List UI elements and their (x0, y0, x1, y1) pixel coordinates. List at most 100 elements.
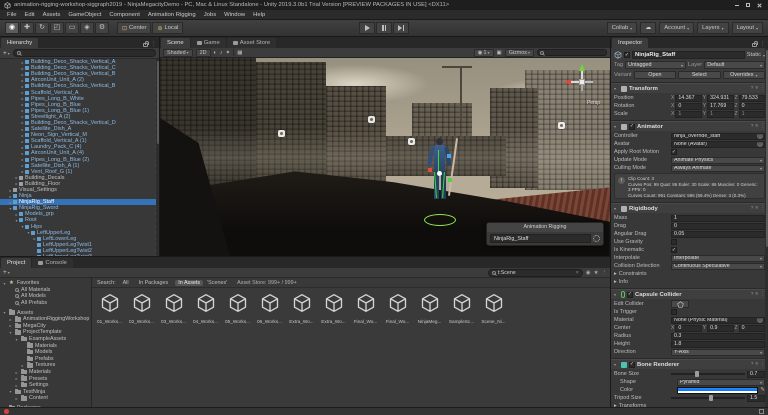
gear-icon[interactable] (593, 235, 600, 242)
folder-item-prefabs[interactable]: Prefabs (0, 356, 91, 363)
folder-item-materials[interactable]: ▸Materials (0, 369, 91, 376)
foldout-icon[interactable]: ▾ (614, 86, 619, 91)
tag-dropdown[interactable]: Untagged▾ (625, 61, 686, 69)
object-picker-icon[interactable]: ⊙ (757, 317, 763, 323)
presets-icon[interactable]: ≡ (755, 86, 758, 91)
perspective-label[interactable]: Persp (587, 100, 600, 106)
ninja-character[interactable] (422, 138, 460, 232)
rig-effector-green[interactable] (448, 178, 452, 182)
scope-all[interactable]: All (120, 280, 132, 286)
expand-arrow-icon[interactable]: ▸ (8, 317, 13, 322)
menu-item-edit[interactable]: Edit (21, 12, 39, 18)
play-button[interactable] (359, 22, 375, 34)
foldout-icon[interactable]: ▾ (614, 206, 619, 211)
foldout-icon[interactable]: ▾ (614, 362, 619, 367)
y-field[interactable]: 0.9 (707, 325, 733, 332)
z-field[interactable]: 0 (739, 103, 765, 110)
menu-item-component[interactable]: Component (105, 12, 143, 18)
object-picker-icon[interactable]: ⊙ (757, 141, 763, 147)
2d-toggle[interactable]: 2D (196, 49, 211, 57)
menu-item-gameobject[interactable]: GameObject (64, 12, 105, 18)
component-header-transform[interactable]: ▾Transform?≡⋮ (611, 83, 768, 93)
gameobject-name-field[interactable]: NinjaRig_Staff (632, 51, 745, 59)
component-header-rigidbody[interactable]: ▾Rigidbody?≡⋮ (611, 203, 768, 213)
slider-bone-size[interactable]: 0.7 (671, 371, 765, 378)
checkbox-is-kinematic[interactable]: ✓ (671, 247, 677, 253)
value-field[interactable]: 0 (671, 223, 765, 230)
dropdown-shape[interactable]: Pyramid▾ (677, 379, 765, 386)
rig-effector-red[interactable] (428, 168, 432, 172)
slider-tripod-size[interactable]: 1.5 (671, 395, 765, 402)
scene-viewport[interactable]: Persp Animation Rigging NinjaRig_Staff (160, 58, 610, 256)
object-field-controller[interactable]: ninja_override_staff⊙ (671, 133, 765, 140)
help-icon[interactable]: ? (751, 86, 754, 91)
prefab-open-button[interactable]: Open (634, 71, 676, 79)
menu-item-help[interactable]: Help (249, 12, 269, 18)
rig-effector-blue[interactable] (447, 154, 451, 158)
activity-indicator-icon[interactable] (759, 409, 764, 414)
folder-item-favorites[interactable]: ▾★Favorites (0, 280, 91, 287)
help-icon[interactable]: ? (751, 124, 754, 129)
rig-effector-root[interactable] (437, 171, 442, 176)
z-field[interactable]: 79.533 (739, 95, 765, 102)
z-field[interactable]: 0 (739, 325, 765, 332)
folder-item-all-models[interactable]: All Models (0, 293, 91, 300)
move-tool-button[interactable]: ✚ (20, 22, 34, 34)
menu-item-jobs[interactable]: Jobs (200, 12, 220, 18)
x-field[interactable]: 0 (675, 103, 701, 110)
foldout-constraints[interactable]: ▸Constraints (614, 270, 765, 278)
scene-audio-icon[interactable]: ♪ (220, 50, 223, 56)
save-search-icon[interactable]: ★ (594, 270, 599, 276)
menu-item-assets[interactable]: Assets (39, 12, 65, 18)
gizmo-sprite-icon[interactable] (408, 138, 415, 145)
scope-in-packages[interactable]: In Packages (136, 280, 172, 286)
presets-icon[interactable]: ≡ (755, 292, 758, 297)
prefab-overrides-dropdown[interactable]: Overrides▾ (723, 71, 765, 79)
tab-game[interactable]: Game (191, 38, 226, 48)
menu-item-animation-rigging[interactable]: Animation Rigging (144, 12, 200, 18)
tab-asset-store[interactable]: Asset Store (227, 38, 276, 48)
lock-icon[interactable] (752, 43, 757, 47)
panel-menu-icon[interactable]: ⋮ (151, 41, 156, 47)
asset-item-04-works[interactable]: 04_Works... (191, 293, 220, 324)
expand-arrow-icon[interactable]: ▸ (14, 376, 19, 381)
slider-value-field[interactable]: 1.5 (747, 395, 765, 402)
slider-thumb[interactable] (695, 371, 699, 377)
scene-search-input[interactable] (537, 49, 607, 56)
console-error-icon[interactable] (4, 409, 9, 414)
checkbox-apply-root-motion[interactable]: ✓ (671, 149, 677, 155)
close-icon[interactable] (757, 3, 762, 8)
y-axis-icon[interactable] (579, 64, 585, 71)
expand-arrow-icon[interactable]: ▾ (2, 281, 7, 286)
value-field[interactable]: 0.05 (671, 231, 765, 238)
custom-tool-button[interactable]: ⚙ (95, 22, 109, 34)
y-field[interactable]: 324.931 (707, 95, 733, 102)
component-header-bone-renderer[interactable]: ▾✓Bone Renderer?≡⋮ (611, 359, 768, 369)
minimize-icon[interactable] (735, 5, 739, 6)
value-field[interactable]: 0.3 (671, 333, 765, 340)
object-field-avatar[interactable]: None (Avatar)⊙ (671, 141, 765, 148)
checkbox-use-gravity[interactable] (671, 239, 677, 245)
slider-value-field[interactable]: 0.7 (747, 371, 765, 378)
foldout-transforms[interactable]: ▸Transforms (614, 402, 765, 407)
value-field[interactable]: 1.8 (671, 341, 765, 348)
x-field[interactable]: 1 (675, 111, 701, 118)
hierarchy-search-input[interactable] (13, 49, 156, 57)
asset-item-03-works[interactable]: 03_Works... (159, 293, 188, 324)
cloud-services-button[interactable]: ☁ (640, 22, 656, 34)
scale-tool-button[interactable]: ◰ (50, 22, 64, 34)
expand-arrow-icon[interactable]: ▸ (20, 363, 25, 368)
expand-arrow-icon[interactable]: ▸ (8, 323, 13, 328)
y-field[interactable]: 17.769 (707, 103, 733, 110)
folder-item-all-materials[interactable]: All Materials (0, 287, 91, 294)
visibility-button[interactable]: ◉1▾ (474, 49, 494, 57)
slider-thumb[interactable] (709, 395, 713, 401)
active-checkbox[interactable]: ✓ (624, 52, 630, 58)
asset-item-01-works[interactable]: 01_Works... (95, 293, 124, 324)
dropdown-interpolate[interactable]: Interpolate▾ (671, 255, 765, 262)
step-button[interactable] (393, 22, 409, 34)
hand-tool-button[interactable]: ◉ (5, 22, 19, 34)
camera-settings-icon[interactable]: ▣ (497, 50, 502, 56)
help-icon[interactable]: ? (751, 362, 754, 367)
account-dropdown[interactable]: Account▾ (659, 22, 694, 34)
